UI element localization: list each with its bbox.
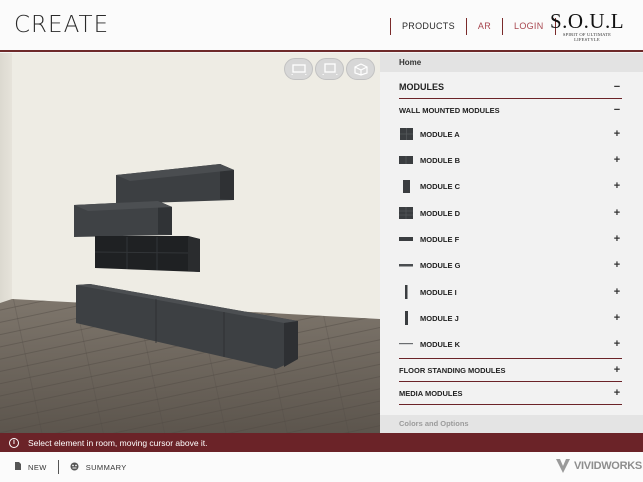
document-icon <box>15 462 21 472</box>
module-item-k[interactable]: MODULE K + <box>399 334 622 354</box>
module-item-i[interactable]: MODULE I + <box>399 282 622 302</box>
module-item-b[interactable]: MODULE B + <box>399 150 622 170</box>
room-scene[interactable] <box>0 53 380 433</box>
module-item-c[interactable]: MODULE C + <box>399 176 622 196</box>
status-bar: i Select element in room, moving cursor … <box>0 433 643 452</box>
vividworks-mark-icon <box>556 459 570 473</box>
section-divider <box>399 404 622 405</box>
expand-icon[interactable]: + <box>612 259 622 271</box>
colors-options-tab[interactable]: Colors and Options <box>380 415 643 433</box>
toolbar-divider <box>57 460 59 474</box>
status-message: Select element in room, moving cursor ab… <box>28 437 208 448</box>
module-label: MODULE B <box>420 155 460 165</box>
vividworks-logo: VIVIDWORKS <box>555 457 642 474</box>
module-item-a[interactable]: MODULE A + <box>399 124 622 144</box>
new-button[interactable]: NEW <box>15 462 47 472</box>
expand-icon[interactable]: + <box>612 233 622 245</box>
floor-standing-section-header[interactable]: FLOOR STANDING MODULES + <box>399 360 622 380</box>
3d-view-icon[interactable] <box>346 58 375 80</box>
new-label: NEW <box>28 462 47 472</box>
floor-standing-label: FLOOR STANDING MODULES <box>399 365 506 375</box>
collapse-icon[interactable]: − <box>612 81 622 93</box>
module-label: MODULE C <box>420 181 460 191</box>
side-wall <box>0 53 12 303</box>
expand-icon[interactable]: + <box>612 364 622 376</box>
wall-mounted-section-header[interactable]: WALL MOUNTED MODULES − <box>399 100 622 120</box>
app-title: CREATE <box>14 12 110 38</box>
module-k-icon <box>399 337 413 351</box>
brand-logo: S.O.U.L SPIRIT OF ULTIMATE LIFESTYLE <box>550 9 625 43</box>
module-label: MODULE J <box>420 313 459 323</box>
module-item-g[interactable]: MODULE G + <box>399 255 622 275</box>
module-item-d[interactable]: MODULE D + <box>399 203 622 223</box>
nav-login-link[interactable]: LOGIN <box>503 21 555 31</box>
media-label: MEDIA MODULES <box>399 388 463 398</box>
module-i-icon <box>399 285 413 299</box>
expand-icon[interactable]: + <box>612 387 622 399</box>
info-icon: i <box>9 437 19 448</box>
section-divider <box>399 358 622 359</box>
module-c-icon <box>399 179 413 193</box>
expand-icon[interactable]: + <box>612 128 622 140</box>
section-divider <box>399 98 622 99</box>
summary-label: SUMMARY <box>85 462 127 472</box>
media-section-header[interactable]: MEDIA MODULES + <box>399 383 622 403</box>
module-label: MODULE I <box>420 287 457 297</box>
expand-icon[interactable]: + <box>612 312 622 324</box>
nav-products-link[interactable]: PRODUCTS <box>391 21 466 31</box>
module-label: MODULE D <box>420 208 460 218</box>
brand-tagline: SPIRIT OF ULTIMATE LIFESTYLE <box>562 32 612 42</box>
bottom-toolbar: NEW SUMMARY <box>0 452 643 482</box>
expand-icon[interactable]: + <box>612 180 622 192</box>
summary-button[interactable]: SUMMARY <box>70 462 127 473</box>
expand-icon[interactable]: + <box>612 207 622 219</box>
wall-mounted-label: WALL MOUNTED MODULES <box>399 105 500 115</box>
wall-module-open-shelf[interactable] <box>94 236 200 272</box>
expand-icon[interactable]: + <box>612 154 622 166</box>
top-nav: PRODUCTS AR LOGIN <box>390 17 556 35</box>
expand-icon[interactable]: + <box>612 286 622 298</box>
breadcrumb-home[interactable]: Home <box>380 53 643 72</box>
module-a-icon <box>399 127 413 141</box>
module-g-icon <box>399 258 413 272</box>
module-f-icon <box>399 232 413 246</box>
collapse-icon[interactable]: − <box>612 104 622 116</box>
module-label: MODULE F <box>420 234 460 244</box>
top-view-icon[interactable] <box>315 58 344 80</box>
nav-ar-link[interactable]: AR <box>467 21 502 31</box>
module-b-icon <box>399 153 413 167</box>
modules-section-label: MODULES <box>399 82 444 92</box>
modules-section-header[interactable]: MODULES − <box>399 77 622 97</box>
summary-icon <box>70 462 79 473</box>
section-divider <box>399 381 622 382</box>
module-label: MODULE G <box>420 260 461 270</box>
module-item-f[interactable]: MODULE F + <box>399 229 622 249</box>
brand-logo-text: S.O.U.L <box>550 9 625 33</box>
front-view-icon[interactable] <box>284 58 313 80</box>
module-label: MODULE K <box>420 339 460 349</box>
module-d-icon <box>399 206 413 220</box>
vividworks-wordmark: VIVIDWORKS <box>574 459 642 472</box>
view-mode-toolbar <box>284 58 375 80</box>
module-label: MODULE A <box>420 129 460 139</box>
wall-module-middle[interactable] <box>74 201 172 237</box>
room-3d-viewport[interactable] <box>0 53 380 433</box>
module-panel: Home MODULES − WALL MOUNTED MODULES − MO… <box>380 53 643 433</box>
app-header: CREATE PRODUCTS AR LOGIN S.O.U.L SPIRIT … <box>0 0 643 52</box>
module-item-j[interactable]: MODULE J + <box>399 308 622 328</box>
module-j-icon <box>399 311 413 325</box>
expand-icon[interactable]: + <box>612 338 622 350</box>
